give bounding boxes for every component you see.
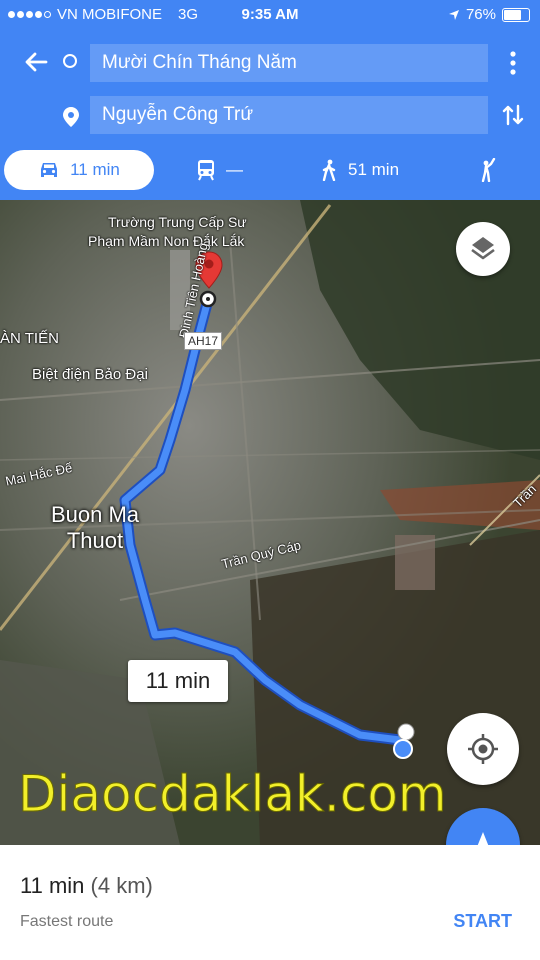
travel-modes: 11 min — 51 min	[0, 150, 540, 194]
mode-rideshare-tab[interactable]	[478, 150, 500, 190]
map-layers-button[interactable]	[456, 222, 510, 276]
route-summary: 11 min (4 km)	[20, 873, 153, 899]
origin-circle-icon	[63, 54, 77, 68]
map-label-school-line2: Phạm Mầm Non Đắk Lắk	[88, 233, 245, 249]
directions-header: Mười Chín Tháng Năm Nguyễn Công Trứ 11 m…	[0, 30, 540, 200]
status-bar: VN MOBIFONE 3G 9:35 AM 76%	[0, 0, 540, 30]
route-duration: 11 min	[20, 873, 85, 898]
route-distance: (4 km)	[90, 873, 153, 898]
map-label-an-tien: ÀN TIẾN	[0, 330, 59, 347]
train-icon	[198, 160, 214, 181]
map-label-city: Buon Ma Thuot	[50, 502, 140, 553]
watermark-text: Diaocdaklak.com	[18, 765, 448, 824]
battery-label: 76%	[465, 6, 496, 23]
start-button[interactable]: START	[453, 911, 512, 932]
navigate-button[interactable]	[446, 808, 520, 845]
walking-icon	[322, 159, 336, 181]
highway-shield: AH17	[184, 332, 223, 350]
route-subtitle: Fastest route	[20, 913, 114, 930]
back-arrow-icon[interactable]	[22, 48, 50, 76]
layers-icon	[471, 237, 495, 260]
map-view[interactable]: Trường Trung Cấp Sư Phạm Mầm Non Đắk Lắk…	[0, 200, 540, 845]
map-label-biet-dien: Biệt điện Bảo Đại	[32, 366, 148, 383]
location-arrow-icon	[448, 9, 459, 20]
my-location-button[interactable]	[447, 713, 519, 785]
map-label-school-line1: Trường Trung Cấp Sư	[108, 214, 247, 230]
mode-walk-tab[interactable]: 51 min	[320, 150, 399, 190]
current-location-dot-icon	[393, 723, 415, 759]
mode-walk-label: 51 min	[348, 160, 400, 179]
more-options-icon[interactable]	[508, 50, 518, 76]
crosshair-icon	[468, 734, 498, 764]
swap-icon[interactable]	[500, 102, 526, 128]
mode-drive-label: 11 min	[70, 160, 120, 179]
destination-pin-icon	[63, 107, 79, 127]
destination-endpoint-icon	[199, 290, 217, 308]
mode-transit-tab[interactable]: —	[196, 150, 243, 190]
mode-transit-label: —	[226, 160, 243, 179]
battery-icon	[502, 7, 530, 22]
car-icon	[41, 163, 58, 177]
destination-input[interactable]: Nguyễn Công Trứ	[90, 96, 488, 134]
route-summary-sheet[interactable]: 11 min (4 km) Fastest route START	[0, 845, 540, 960]
mode-drive-tab[interactable]: 11 min	[4, 150, 154, 190]
route-duration-callout[interactable]: 11 min	[128, 660, 228, 702]
navigation-arrow-icon	[477, 832, 489, 845]
hail-ride-icon	[481, 158, 496, 182]
status-right: 76%	[448, 6, 530, 23]
origin-input[interactable]: Mười Chín Tháng Năm	[90, 44, 488, 82]
